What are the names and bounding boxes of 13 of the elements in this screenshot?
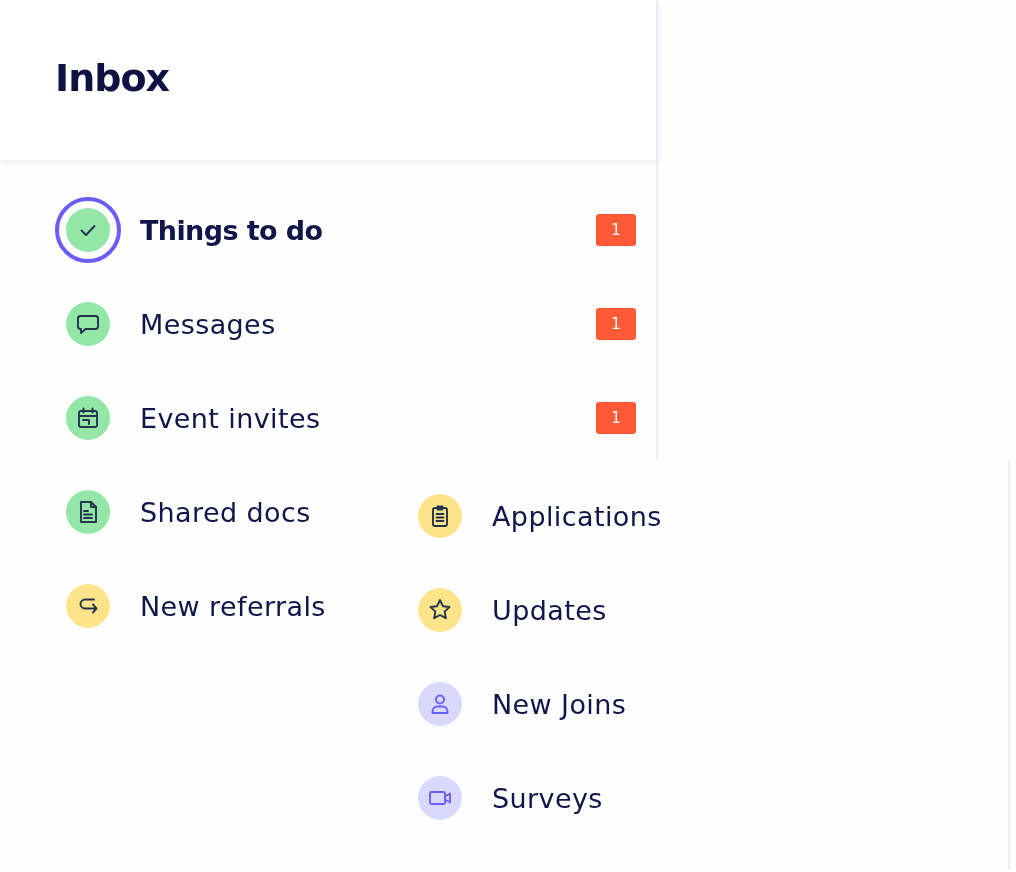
inbox-item[interactable]: Updates <box>407 563 607 657</box>
inbox-item[interactable]: Event invites 1 <box>55 371 636 465</box>
inbox-item[interactable]: Messages 1 <box>55 277 636 371</box>
count-badge: 1 <box>596 402 636 434</box>
inbox-item[interactable]: New referrals <box>55 559 326 653</box>
inbox-item[interactable]: Surveys <box>407 751 603 845</box>
count-badge: 1 <box>596 308 636 340</box>
inbox-title: Inbox <box>55 56 169 100</box>
inbox-item[interactable]: New Joins <box>407 657 627 751</box>
count-badge: 1 <box>596 214 636 246</box>
inbox-item[interactable]: Things to do 1 <box>55 183 636 277</box>
inbox-item[interactable]: Shared docs <box>55 465 311 559</box>
inbox-item[interactable]: Applications <box>407 469 662 563</box>
